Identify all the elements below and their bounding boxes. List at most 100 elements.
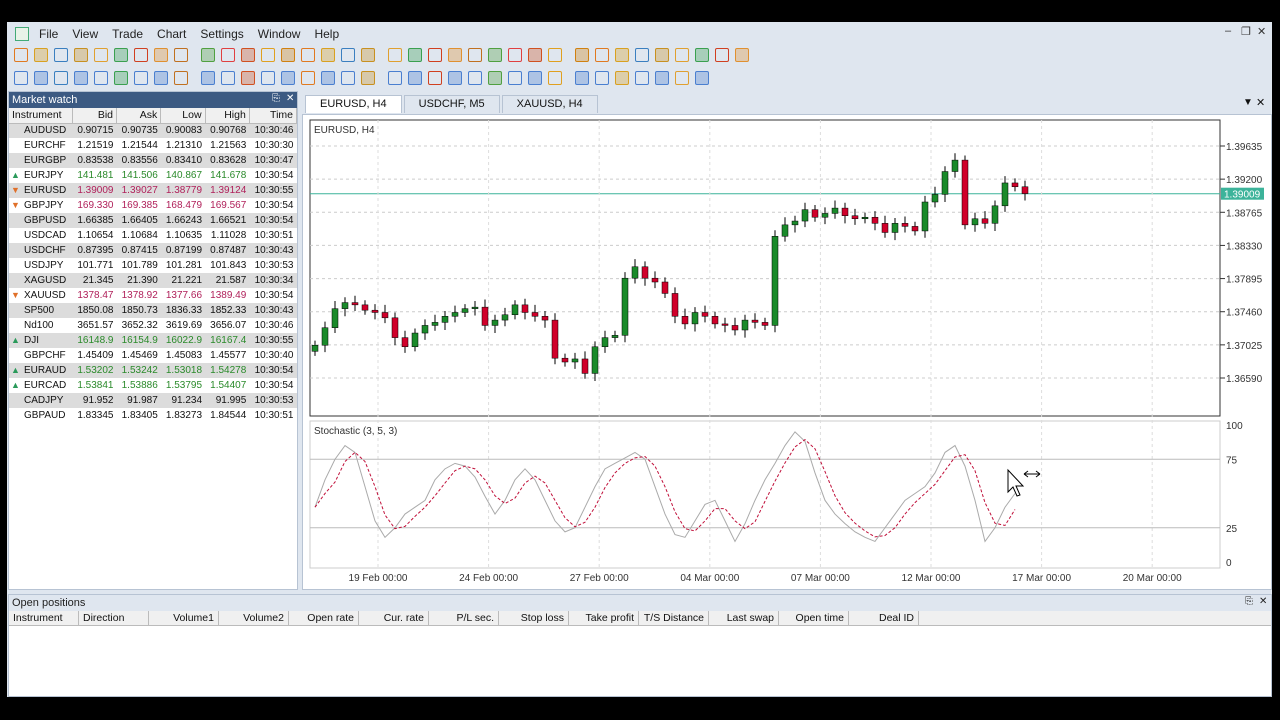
candle-body	[491, 319, 499, 326]
pin-icon[interactable]: ⎘	[1245, 596, 1253, 607]
column-header[interactable]: Direction	[79, 611, 149, 625]
candle-body	[641, 266, 649, 279]
price-tick-label: 1.38765	[1226, 208, 1263, 219]
candle-body	[981, 218, 989, 224]
price-tick-label: 1.37460	[1226, 308, 1263, 319]
column-header[interactable]: Open rate	[289, 611, 359, 625]
column-header[interactable]: Take profit	[569, 611, 639, 625]
candle-body	[541, 316, 549, 321]
column-header[interactable]: Deal ID	[849, 611, 919, 625]
date-tick-label: 24 Feb 00:00	[459, 573, 518, 584]
candle-body	[461, 308, 469, 313]
price-plot-frame	[309, 119, 1221, 417]
candle-body	[471, 306, 479, 309]
candle-body	[481, 306, 489, 326]
panel-title: Open positions	[12, 597, 86, 609]
candle-body	[371, 309, 379, 313]
candle-body	[511, 304, 519, 316]
column-header[interactable]: T/S Distance	[639, 611, 709, 625]
indicator-plot-frame	[309, 420, 1221, 569]
date-tick-label: 12 Mar 00:00	[902, 573, 961, 584]
candle-body	[761, 322, 769, 326]
column-header[interactable]: Stop loss	[499, 611, 569, 625]
candle-body	[931, 194, 939, 203]
column-header[interactable]: Instrument	[9, 611, 79, 625]
column-header[interactable]: Volume1	[149, 611, 219, 625]
indicator-title: Stochastic (3, 5, 3)	[314, 426, 397, 437]
candle-body	[941, 171, 949, 195]
candle-body	[501, 314, 509, 321]
price-tick-label: 1.37895	[1226, 275, 1263, 286]
candle-body	[331, 308, 339, 328]
close-icon[interactable]: ✕	[1259, 596, 1267, 607]
candle-body	[581, 358, 589, 374]
column-header[interactable]: Cur. rate	[359, 611, 429, 625]
column-header[interactable]: Last swap	[709, 611, 779, 625]
candle-body	[871, 216, 879, 224]
date-tick-label: 17 Mar 00:00	[1012, 573, 1071, 584]
open-positions-columns: Instrument Direction Volume1 Volume2 Open ra…	[9, 611, 1271, 626]
candle-body	[991, 205, 999, 224]
candle-body	[891, 223, 899, 233]
candle-body	[361, 304, 369, 311]
candle-body	[311, 344, 319, 352]
candle-body	[381, 312, 389, 319]
candle-body	[631, 266, 639, 279]
candle-body	[861, 216, 869, 220]
candle-body	[961, 159, 969, 226]
candle-body	[651, 277, 659, 283]
candle-body	[321, 327, 329, 346]
candle-body	[791, 220, 799, 226]
date-tick-label: 27 Feb 00:00	[570, 573, 629, 584]
candle-body	[621, 277, 629, 336]
indicator-tick-label: 0	[1226, 558, 1232, 569]
candle-body	[971, 218, 979, 226]
candle-body	[771, 236, 779, 326]
chart-title: EURUSD, H4	[314, 125, 375, 136]
candle-body	[391, 317, 399, 338]
mouse-cursor-icon	[1007, 468, 1041, 497]
candle-body	[831, 207, 839, 214]
candle-body	[921, 201, 929, 232]
candle-body	[401, 337, 409, 348]
candle-body	[1001, 182, 1009, 207]
candle-body	[821, 213, 829, 218]
candle-body	[721, 323, 729, 326]
column-header[interactable]: Volume2	[219, 611, 289, 625]
candle-body	[711, 316, 719, 325]
candle-body	[731, 325, 739, 331]
price-tick-label: 1.36590	[1226, 374, 1263, 385]
candle-body	[341, 302, 349, 309]
indicator-tick-label: 75	[1226, 455, 1238, 466]
candle-body	[841, 207, 849, 216]
candle-body	[561, 357, 569, 363]
candle-body	[661, 281, 669, 294]
column-header[interactable]: P/L sec.	[429, 611, 499, 625]
candle-body	[611, 335, 619, 338]
indicator-tick-label: 25	[1226, 524, 1238, 535]
price-tick-label: 1.37025	[1226, 341, 1263, 352]
candle-body	[411, 332, 419, 348]
candle-body	[521, 304, 529, 313]
candle-body	[571, 358, 579, 363]
candle-body	[591, 346, 599, 374]
price-tick-label: 1.38330	[1226, 241, 1263, 252]
candle-body	[351, 302, 359, 306]
price-tick-label: 1.39200	[1226, 175, 1263, 186]
candle-body	[531, 312, 539, 317]
candle-body	[801, 209, 809, 222]
candle-body	[951, 159, 959, 172]
candle-body	[1011, 182, 1019, 188]
candle-body	[881, 223, 889, 233]
column-header[interactable]: Open time	[779, 611, 849, 625]
price-tick-label: 1.39635	[1226, 142, 1263, 153]
candle-body	[601, 337, 609, 348]
candle-body	[451, 312, 459, 317]
candle-body	[751, 319, 759, 323]
candle-body	[701, 312, 709, 317]
stochastic-d-line	[314, 438, 1016, 538]
candle-body	[1021, 186, 1029, 194]
date-tick-label: 19 Feb 00:00	[349, 573, 408, 584]
candle-body	[681, 316, 689, 325]
candle-body	[811, 209, 819, 218]
